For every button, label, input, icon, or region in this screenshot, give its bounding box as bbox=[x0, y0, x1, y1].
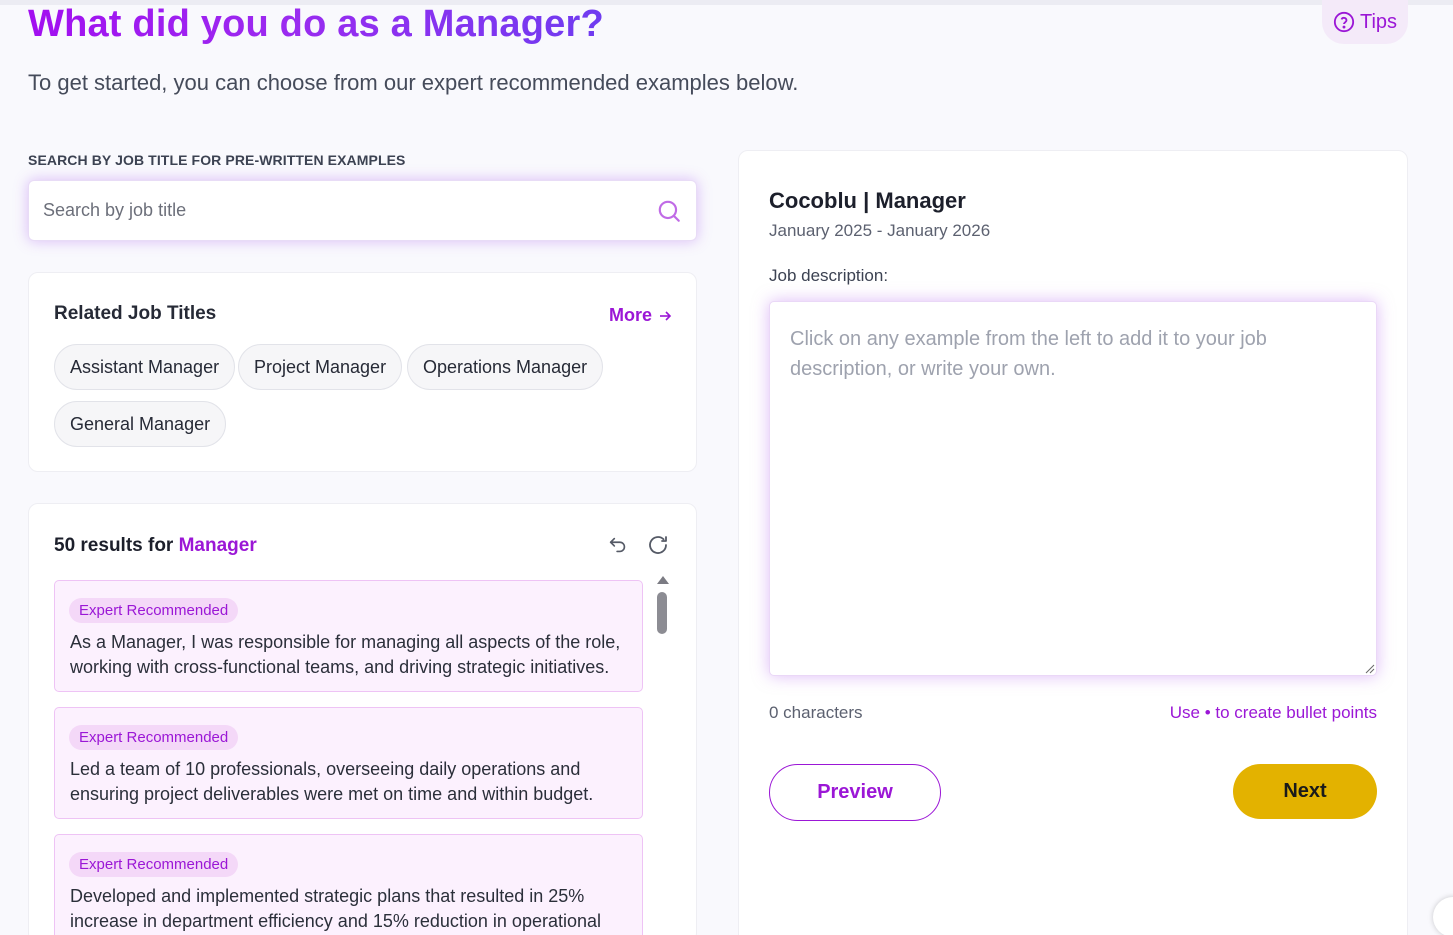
more-link[interactable]: More bbox=[609, 305, 672, 326]
expert-recommended-badge: Expert Recommended bbox=[69, 725, 239, 750]
more-label: More bbox=[609, 305, 653, 325]
expert-recommended-badge: Expert Recommended bbox=[69, 598, 239, 623]
tips-button[interactable]: Tips bbox=[1322, 0, 1408, 44]
related-job-titles-card: Related Job Titles More Assistant Manage… bbox=[28, 272, 697, 472]
refresh-icon[interactable] bbox=[646, 533, 670, 557]
expert-recommended-badge: Expert Recommended bbox=[69, 852, 239, 877]
results-count: 50 results for bbox=[54, 535, 179, 556]
example-text: As a Manager, I was responsible for mana… bbox=[70, 632, 621, 677]
tips-label: Tips bbox=[1359, 10, 1398, 33]
results-scrollbar[interactable] bbox=[655, 576, 669, 935]
chip-project-manager[interactable]: Project Manager bbox=[238, 344, 403, 390]
page-title: What did you do as a Manager? bbox=[28, 3, 604, 45]
search-box bbox=[28, 180, 697, 241]
help-circle-icon bbox=[1333, 11, 1355, 33]
scroll-thumb[interactable] bbox=[657, 592, 667, 634]
undo-icon[interactable] bbox=[607, 534, 629, 556]
results-query: Manager bbox=[178, 535, 257, 556]
page-subtitle: To get started, you can choose from our … bbox=[28, 70, 799, 95]
related-job-titles-heading: Related Job Titles bbox=[54, 303, 217, 324]
preview-button[interactable]: Preview bbox=[769, 764, 941, 821]
results-heading: 50 results for Manager bbox=[54, 535, 257, 557]
job-description-card: Cocoblu | Manager January 2025 - January… bbox=[738, 150, 1408, 935]
chip-general-manager[interactable]: General Manager bbox=[54, 401, 227, 447]
chip-operations-manager[interactable]: Operations Manager bbox=[407, 344, 604, 390]
example-item[interactable]: Expert Recommended As a Manager, I was r… bbox=[54, 580, 643, 692]
search-input[interactable] bbox=[43, 200, 656, 221]
job-description-textarea[interactable] bbox=[769, 301, 1377, 676]
job-description-label: Job description: bbox=[769, 266, 889, 285]
example-item[interactable]: Expert Recommended Led a team of 10 prof… bbox=[54, 707, 643, 819]
next-button[interactable]: Next bbox=[1233, 764, 1377, 819]
example-text: Led a team of 10 professionals, overseei… bbox=[70, 759, 594, 804]
search-icon[interactable] bbox=[656, 198, 682, 224]
example-text: Developed and implemented strategic plan… bbox=[70, 886, 601, 931]
example-item[interactable]: Expert Recommended Developed and impleme… bbox=[54, 834, 643, 935]
bullet-points-hint: Use • to create bullet points bbox=[1169, 703, 1377, 722]
arrow-right-icon bbox=[660, 310, 672, 321]
job-heading: Cocoblu | Manager bbox=[769, 188, 966, 213]
scroll-up-arrow-icon[interactable] bbox=[657, 576, 669, 584]
results-card: 50 results for Manager Expert Recommende… bbox=[28, 503, 697, 935]
chip-assistant-manager[interactable]: Assistant Manager bbox=[54, 344, 236, 390]
resize-grip-icon[interactable] bbox=[1363, 662, 1375, 674]
job-dates: January 2025 - January 2026 bbox=[769, 221, 991, 240]
character-count: 0 characters bbox=[769, 703, 863, 722]
search-heading: SEARCH BY JOB TITLE FOR PRE-WRITTEN EXAM… bbox=[28, 152, 406, 168]
chat-widget-button[interactable] bbox=[1433, 897, 1453, 935]
